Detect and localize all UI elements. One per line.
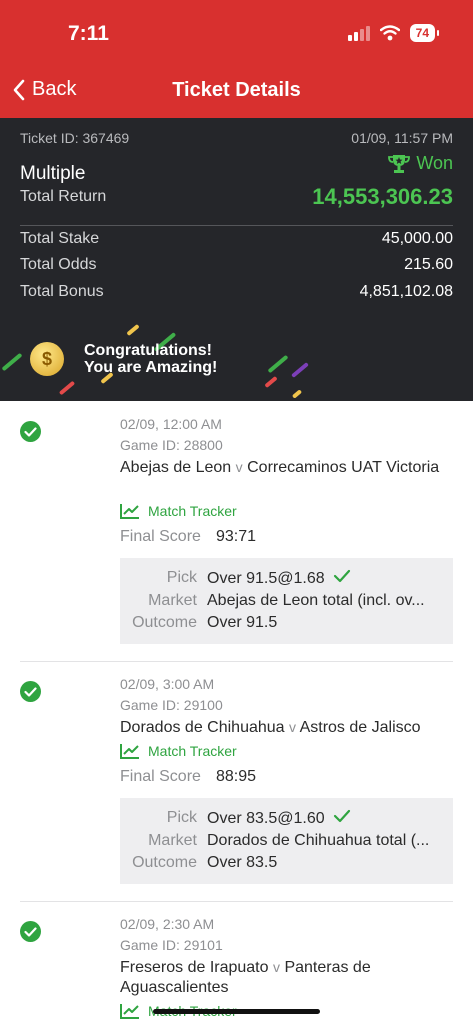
final-score-value: 93:71: [216, 528, 257, 545]
match-tracker-label: Match Tracker: [148, 503, 237, 519]
bet-type: Multiple: [20, 163, 86, 184]
pick-details: Pick Over 91.5@1.68 Market Abejas de Leo…: [120, 558, 453, 644]
divider: [20, 225, 453, 226]
match-tracker-link[interactable]: Match Tracker: [120, 503, 237, 519]
pick-details: Pick Over 83.5@1.60 Market Dorados de Ch…: [120, 798, 453, 884]
trophy-icon: [388, 154, 411, 173]
check-circle-icon: [20, 421, 41, 442]
match-teams: Dorados de Chihuahua v Astros de Jalisco: [120, 717, 455, 738]
selection-date: 02/09, 2:30 AM: [120, 916, 215, 932]
congrats-text: Congratulations! You are Amazing!: [84, 342, 217, 376]
total-bonus-value: 4,851,102.08: [359, 283, 453, 300]
status-label: Won: [416, 153, 453, 173]
outcome-value: Over 83.5: [207, 854, 278, 871]
pick-label: Pick: [166, 809, 197, 826]
home-team: Abejas de Leon: [120, 459, 232, 476]
away-team: Correcaminos UAT Victoria: [247, 459, 440, 476]
market-value: Abejas de Leon total (incl. ov...: [207, 592, 425, 609]
status-icons: 74: [347, 24, 440, 42]
total-odds-label: Total Odds: [20, 256, 97, 273]
total-stake-label: Total Stake: [20, 230, 100, 247]
divider: [20, 661, 453, 662]
away-team: Astros de Jalisco: [299, 719, 421, 736]
home-team: Dorados de Chihuahua: [120, 719, 285, 736]
status-time: 7:11: [68, 22, 109, 45]
selection-date: 02/09, 3:00 AM: [120, 676, 215, 692]
match-tracker-link[interactable]: Match Tracker: [120, 743, 237, 759]
market-value: Dorados de Chihuahua total (...: [207, 832, 430, 849]
coin-icon: $: [30, 342, 64, 376]
home-team: Freseros de Irapuato: [120, 959, 269, 976]
selection-date: 02/09, 12:00 AM: [120, 416, 222, 432]
signal-icon: [347, 25, 370, 41]
home-indicator[interactable]: [153, 1009, 320, 1014]
ticket-date: 01/09, 11:57 PM: [351, 130, 453, 146]
match-teams: Freseros de Irapuato v Panteras de Aguas…: [120, 957, 455, 998]
total-return-value: 14,553,306.23: [312, 184, 453, 209]
checkmark-icon: [333, 809, 351, 823]
total-return-label: Total Return: [20, 188, 107, 205]
check-circle-icon: [20, 921, 41, 942]
outcome-label: Outcome: [132, 854, 197, 871]
final-score-label: Final Score: [120, 768, 201, 785]
congrats-line-1: Congratulations!: [84, 342, 212, 359]
match-tracker-label: Match Tracker: [148, 743, 237, 759]
checkmark-icon: [333, 569, 351, 583]
ticket-summary: Ticket ID: 367469 01/09, 11:57 PM Won Mu…: [0, 118, 473, 401]
battery-icon: 74: [409, 24, 440, 42]
market-label: Market: [148, 592, 197, 609]
vs-separator: v: [235, 459, 243, 475]
chart-line-icon: [120, 744, 139, 759]
ticket-id: Ticket ID: 367469: [20, 130, 130, 146]
congrats-line-2: You are Amazing!: [84, 359, 218, 376]
page-title: Ticket Details: [172, 79, 301, 101]
congrats-banner: $ Congratulations! You are Amazing!: [0, 318, 473, 401]
outcome-value: Over 91.5: [207, 614, 278, 631]
total-bonus-label: Total Bonus: [20, 283, 104, 300]
pick-value: Over 91.5@1.68: [207, 569, 351, 588]
match-teams: Abejas de Leon v Correcaminos UAT Victor…: [120, 457, 455, 478]
wifi-icon: [379, 25, 400, 41]
pick-label: Pick: [166, 569, 197, 586]
total-odds-value: 215.60: [404, 256, 453, 273]
status-badge: Won: [388, 153, 453, 174]
check-circle-icon: [20, 681, 41, 702]
final-score-value: 88:95: [216, 768, 257, 785]
app-header: 7:11 74 Back Ticket Details: [0, 0, 473, 118]
final-score-label: Final Score: [120, 528, 201, 545]
divider: [20, 901, 453, 902]
chart-line-icon: [120, 504, 139, 519]
vs-separator: v: [289, 719, 297, 735]
game-id: Game ID: 29100: [120, 697, 223, 713]
pick-value: Over 83.5@1.60: [207, 809, 351, 828]
game-id: Game ID: 29101: [120, 937, 223, 953]
total-stake-value: 45,000.00: [381, 230, 453, 247]
vs-separator: v: [272, 959, 280, 975]
chart-line-icon: [120, 1004, 139, 1019]
game-id: Game ID: 28800: [120, 437, 223, 453]
outcome-label: Outcome: [132, 614, 197, 631]
market-label: Market: [148, 832, 197, 849]
